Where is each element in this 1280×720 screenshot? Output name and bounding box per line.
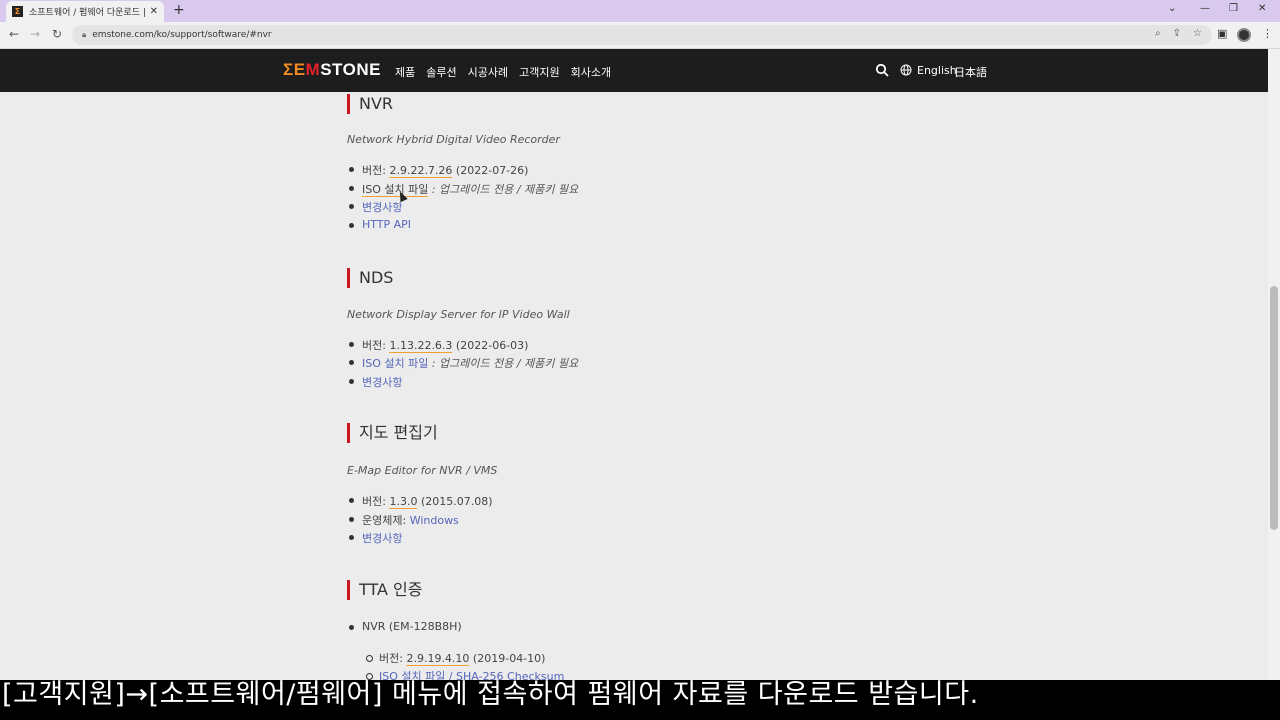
nds-iso-link[interactable]: ISO 설치 파일 [362, 357, 428, 370]
emstone-logo[interactable]: ΣEMSTONE [283, 60, 381, 80]
video-caption: [고객지원]→[소프트웨어/펌웨어] 메뉴에 접속하여 펌웨어 자료를 다운로드… [0, 680, 1280, 720]
close-window-icon[interactable]: ✕ [1258, 3, 1266, 14]
map-os-item: 운영체제: Windows [349, 514, 459, 527]
section-title-tta: TTA 인증 [347, 580, 423, 600]
profile-avatar[interactable] [1237, 28, 1251, 42]
nav-company[interactable]: 회사소개 [571, 64, 611, 80]
nds-subtitle: Network Display Server for IP Video Wall [347, 308, 570, 321]
browser-tabbar: Σ 소프트웨어 / 펌웨어 다운로드 | ✕ + ⌄ — ❐ ✕ [0, 0, 1280, 22]
main-nav: 제품 솔루션 시공사례 고객지원 회사소개 [395, 64, 611, 80]
nav-cases[interactable]: 시공사례 [468, 64, 508, 80]
browser-toolbar: ← → ↻ 🔒︎ emstone.com/ko/support/software… [0, 22, 1280, 49]
browser-tab[interactable]: Σ 소프트웨어 / 펌웨어 다운로드 | ✕ [6, 1, 164, 22]
side-panel-icon[interactable]: ▣ [1217, 27, 1227, 40]
nav-solutions[interactable]: 솔루션 [426, 64, 456, 80]
map-changelog-item: 변경사항 [348, 530, 402, 546]
tta-nvr-item: NVR (EM-128B8H) [349, 620, 462, 633]
tab-title: 소프트웨어 / 펌웨어 다운로드 | [29, 8, 146, 18]
page-scrollbar-thumb[interactable] [1270, 286, 1278, 530]
section-title-nvr: NVR [347, 94, 393, 114]
nds-changelog-link[interactable]: 변경사항 [362, 376, 402, 389]
forward-icon[interactable]: → [30, 27, 40, 41]
browser-menu-icon[interactable]: ⋮ [1262, 27, 1273, 40]
zoom-icon[interactable]: ⌕ [1155, 28, 1161, 39]
map-version-link[interactable]: 1.3.0 [389, 495, 418, 509]
map-changelog-link[interactable]: 변경사항 [362, 532, 402, 545]
emstone-favicon-icon: Σ [12, 6, 23, 17]
share-icon[interactable]: ⇪ [1173, 28, 1181, 39]
tab-close-icon[interactable]: ✕ [150, 6, 158, 17]
nvr-iso-item: ISO 설치 파일 : 업그레이드 전용 / 제품키 필요 [348, 183, 579, 197]
url-text: emstone.com/ko/support/software/#nvr [92, 30, 272, 40]
tta-version-link[interactable]: 2.9.19.4.10 [406, 652, 470, 666]
map-subtitle: E-Map Editor for NVR / VMS [347, 464, 498, 477]
site-header: ΣEMSTONE 제품 솔루션 시공사례 고객지원 회사소개 English 日… [0, 49, 1268, 92]
nds-version-link[interactable]: 1.13.22.6.3 [389, 339, 453, 353]
nvr-version-link[interactable]: 2.9.22.7.26 [389, 164, 453, 178]
restore-icon[interactable]: ❐ [1229, 3, 1238, 14]
lang-japanese[interactable]: 日本語 [954, 64, 987, 80]
nvr-version-item: 버전: 2.9.22.7.26 (2022-07-26) [348, 164, 529, 178]
lang-english[interactable]: English [917, 64, 957, 77]
nds-changelog-item: 변경사항 [348, 374, 402, 390]
page-content: NVR Network Hybrid Digital Video Recorde… [0, 92, 1268, 720]
nvr-http-api-item: HTTP API [348, 218, 411, 231]
section-title-map-editor: 지도 편집기 [347, 423, 438, 443]
nvr-changelog-item: 변경사항 [348, 199, 402, 215]
globe-icon [900, 64, 912, 76]
section-title-nds: NDS [347, 268, 393, 288]
back-icon[interactable]: ← [9, 27, 19, 41]
nds-version-item: 버전: 1.13.22.6.3 (2022-06-03) [348, 339, 529, 353]
reload-icon[interactable]: ↻ [52, 27, 62, 41]
new-tab-button[interactable]: + [173, 2, 185, 18]
tta-version-item: 버전: 2.9.19.4.10 (2019-04-10) [365, 652, 546, 666]
nav-products[interactable]: 제품 [395, 64, 415, 80]
map-os-link[interactable]: Windows [410, 514, 459, 527]
nds-iso-item: ISO 설치 파일 : 업그레이드 전용 / 제품키 필요 [348, 357, 579, 370]
tab-search-chevron-icon[interactable]: ⌄ [1168, 3, 1176, 14]
logo-sigma-icon: Σ [283, 60, 294, 79]
address-bar[interactable]: 🔒︎ emstone.com/ko/support/software/#nvr … [72, 25, 1212, 45]
lock-icon: 🔒︎ [82, 30, 87, 39]
bookmark-star-icon[interactable]: ☆ [1193, 28, 1202, 39]
nvr-changelog-link[interactable]: 변경사항 [362, 201, 402, 214]
minimize-icon[interactable]: — [1200, 3, 1210, 14]
nvr-http-api-link[interactable]: HTTP API [362, 218, 411, 231]
search-icon[interactable] [875, 63, 889, 77]
nav-support[interactable]: 고객지원 [519, 64, 559, 80]
nvr-subtitle: Network Hybrid Digital Video Recorder [347, 133, 560, 146]
map-version-item: 버전: 1.3.0 (2015.07.08) [349, 495, 493, 509]
nvr-iso-link[interactable]: ISO 설치 파일 [362, 183, 429, 197]
